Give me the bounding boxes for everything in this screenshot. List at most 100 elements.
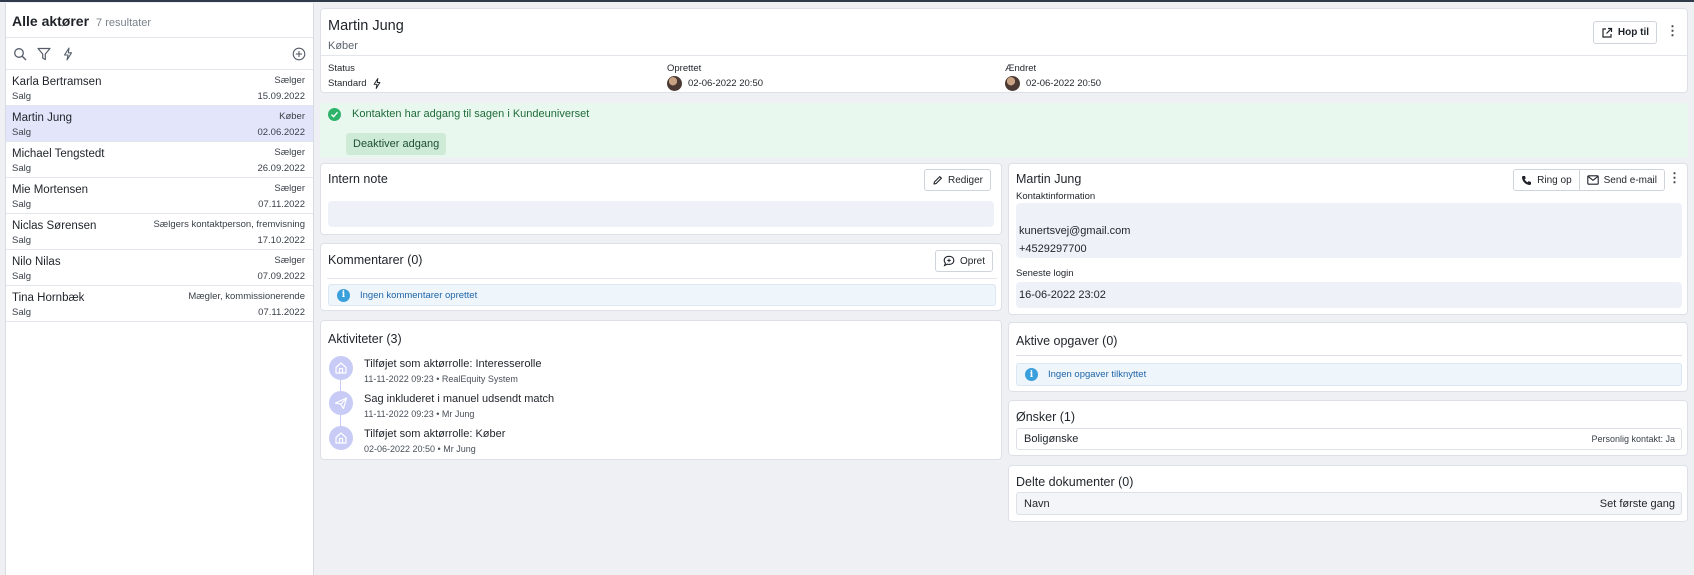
activity-item: Tilføjet som aktørrolle: Interesserolle 1… (329, 356, 629, 390)
actor-department: Salg (12, 307, 32, 318)
active-tasks-title: Aktive opgaver (0) (1016, 334, 1118, 348)
active-tasks-card: Aktive opgaver (0) i Ingen opgaver tilkn… (1008, 322, 1688, 392)
actor-date: 02.06.2022 (257, 127, 305, 138)
activities-title: Aktiviteter (3) (328, 332, 402, 346)
actor-list-item[interactable]: Mie Mortensen Sælger Salg 07.11.2022 (6, 178, 313, 214)
house-icon (329, 356, 353, 380)
tasks-divider (1016, 355, 1682, 356)
contact-info-box: kunertsvej@gmail.com +4529297700 (1016, 203, 1682, 258)
changed-field: Ændret 02-06-2022 20:50 (1005, 63, 1101, 91)
actor-name: Karla Bertramsen (12, 76, 102, 88)
comment-icon (943, 255, 955, 267)
paper-plane-icon (329, 391, 353, 415)
comments-divider (327, 278, 997, 279)
send-email-button[interactable]: Send e-mail (1579, 170, 1664, 190)
wish-row[interactable]: Boligønske Personlig kontakt: Ja (1016, 428, 1682, 450)
actor-role-subtitle: Køber (328, 40, 358, 52)
phone-icon (1522, 175, 1532, 185)
call-label: Ring op (1537, 174, 1572, 186)
contact-phone[interactable]: +4529297700 (1019, 243, 1087, 255)
status-value: Standard (328, 78, 367, 89)
created-field: Oprettet 02-06-2022 20:50 (667, 63, 763, 91)
actor-list-toolbar (6, 38, 313, 70)
search-icon[interactable] (12, 46, 28, 62)
documents-table-header: Navn Set første gang (1016, 492, 1682, 515)
wishes-card: Ønsker (1) Boligønske Personlig kontakt:… (1008, 400, 1688, 456)
shared-documents-title: Delte dokumenter (0) (1016, 475, 1134, 489)
created-label: Oprettet (667, 63, 702, 74)
contact-email[interactable]: kunertsvej@gmail.com (1019, 225, 1130, 237)
avatar (667, 76, 682, 91)
tasks-empty-text: Ingen opgaver tilknyttet (1048, 369, 1147, 380)
contact-actions: Ring op Send e-mail (1513, 169, 1665, 191)
actor-list-item[interactable]: Tina Hornbæk Mægler, kommissionerende Salg… (6, 286, 313, 322)
lightning-icon[interactable] (60, 46, 76, 62)
actor-list-item[interactable]: Niclas Sørensen Sælgers kontaktperson, fr… (6, 214, 313, 250)
actor-list-item[interactable]: Nilo Nilas Sælger Salg 07.09.2022 (6, 250, 313, 286)
activity-meta: 11-11-2022 09:23 • RealEquity System (364, 374, 518, 384)
actor-department: Salg (12, 271, 32, 282)
actor-role: Sælger (274, 183, 305, 194)
documents-col-seen[interactable]: Set første gang (1600, 498, 1675, 510)
status-label: Status (328, 63, 355, 74)
filter-icon[interactable] (36, 46, 52, 62)
actor-date: 07.11.2022 (258, 307, 305, 318)
actor-department: Salg (12, 235, 32, 246)
edit-note-button[interactable]: Rediger (923, 169, 991, 191)
last-login-value: 16-06-2022 23:02 (1019, 289, 1106, 301)
deactivate-access-button[interactable]: Deaktiver adgang (346, 133, 447, 155)
wish-name: Boligønske (1024, 433, 1079, 445)
actor-name: Nilo Nilas (12, 256, 61, 268)
actor-department: Salg (12, 163, 32, 174)
actor-role: Sælger (274, 75, 305, 86)
tasks-empty-info: i Ingen opgaver tilknyttet (1016, 363, 1682, 386)
call-button[interactable]: Ring op (1514, 170, 1580, 190)
add-circle-icon[interactable] (291, 46, 307, 62)
comments-empty-info: i Ingen kommentarer oprettet (328, 284, 996, 306)
actor-date: 07.09.2022 (257, 271, 305, 282)
edit-note-label: Rediger (947, 174, 983, 186)
actor-date: 26.09.2022 (257, 163, 305, 174)
contact-name: Martin Jung (1016, 172, 1082, 186)
wishes-title: Ønsker (1) (1016, 410, 1076, 424)
wish-meta: Personlig kontakt: Ja (1591, 434, 1675, 444)
documents-col-name[interactable]: Navn (1024, 498, 1050, 510)
last-login-box: 16-06-2022 23:02 (1016, 282, 1682, 308)
header-divider (321, 55, 1687, 56)
create-comment-button[interactable]: Opret (934, 250, 993, 272)
actor-name: Mie Mortensen (12, 184, 89, 196)
actor-list-item[interactable]: Karla Bertramsen Sælger Salg 15.09.2022 (6, 70, 313, 106)
internal-note-content[interactable] (328, 201, 994, 227)
actor-department: Salg (12, 199, 32, 210)
jump-to-button[interactable]: Hop til (1592, 21, 1657, 44)
actor-list-item[interactable]: Michael Tengstedt Sælger Salg 26.09.2022 (6, 142, 313, 178)
actor-role: Mægler, kommissionerende (188, 291, 305, 302)
actor-date: 15.09.2022 (257, 91, 305, 102)
changed-value: 02-06-2022 20:50 (1026, 78, 1102, 89)
actor-list-item[interactable]: Martin Jung Køber Salg 02.06.2022 (6, 106, 313, 142)
actor-list-panel: Alle aktører 7 resultater Karla Bertrams… (5, 3, 314, 575)
activity-item: Sag inkluderet i manuel udsendt match 11-… (329, 391, 629, 425)
avatar (1005, 76, 1020, 91)
jump-to-label: Hop til (1617, 27, 1649, 38)
actor-date: 17.10.2022 (257, 235, 305, 246)
envelope-icon (1586, 175, 1599, 185)
house-icon (329, 426, 353, 450)
last-login-label: Seneste login (1016, 268, 1074, 279)
activity-item: Tilføjet som aktørrolle: Køber 02-06-2022… (329, 426, 629, 460)
more-options-icon[interactable]: ⋮ (1668, 170, 1681, 186)
actor-role: Sælger (274, 255, 305, 266)
shared-documents-card: Delte dokumenter (0) Navn Set første gan… (1008, 465, 1688, 522)
contact-card: Martin Jung Ring op Send e-mail ⋮ Kontak… (1008, 163, 1688, 315)
check-circle-icon (328, 108, 341, 121)
actor-header-card: Martin Jung Køber Hop til ⋮ Status Stand… (320, 8, 1688, 93)
actor-list-count: 7 resultater (96, 17, 152, 29)
activity-title: Sag inkluderet i manuel udsendt match (364, 393, 555, 405)
activity-title: Tilføjet som aktørrolle: Interesserolle (364, 358, 542, 370)
actor-name: Tina Hornbæk (12, 292, 85, 304)
comments-empty-text: Ingen kommentarer oprettet (360, 289, 478, 301)
actor-name: Michael Tengstedt (12, 148, 105, 160)
activities-card: Aktiviteter (3) Tilføjet som aktørrolle:… (320, 320, 1002, 460)
more-options-icon[interactable]: ⋮ (1666, 23, 1679, 39)
actor-department: Salg (12, 91, 32, 102)
